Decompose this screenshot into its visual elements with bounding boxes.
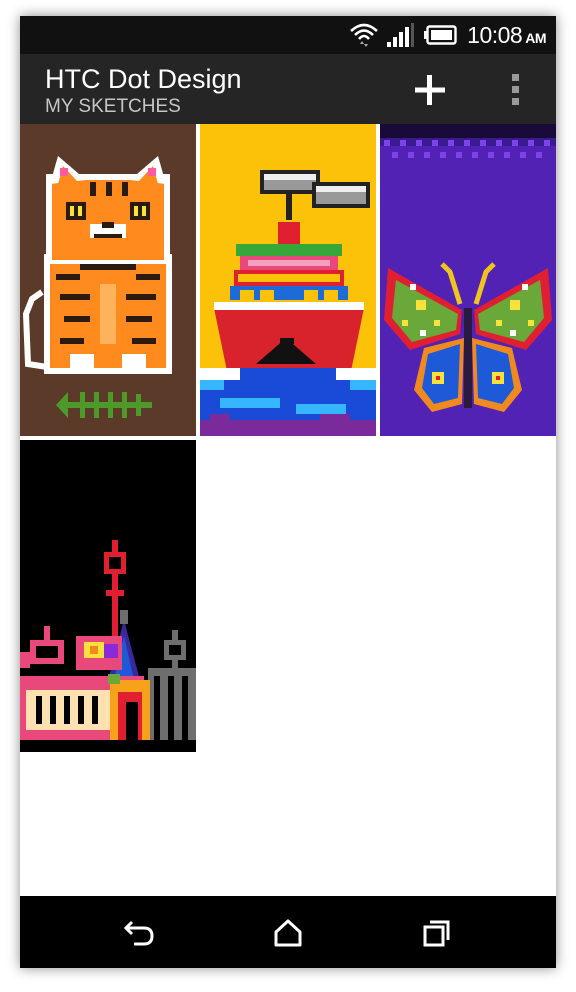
- clock-time: 10:08: [467, 21, 523, 48]
- app-subtitle: MY SKETCHES: [45, 96, 181, 117]
- clock: 10:08 AM: [467, 22, 546, 49]
- recent-apps-icon[interactable]: [416, 916, 456, 950]
- app-bar: HTC Dot Design MY SKETCHES: [20, 54, 556, 124]
- wifi-icon: [350, 23, 379, 47]
- cat-pixel-art: [22, 156, 172, 418]
- navigation-bar: [20, 896, 556, 968]
- app-title: HTC Dot Design: [45, 64, 242, 94]
- sketch-ship[interactable]: [200, 124, 376, 436]
- ship-pixel-art: [200, 170, 376, 436]
- overflow-menu-icon[interactable]: [500, 70, 530, 110]
- phone-screen: 10:08 AM HTC Dot Design MY SKETCHES: [20, 16, 556, 968]
- sketch-grid: [20, 124, 556, 896]
- signal-icon: [387, 23, 415, 47]
- back-icon[interactable]: [120, 916, 160, 950]
- status-bar: 10:08 AM: [20, 16, 556, 54]
- sketch-skyline[interactable]: [20, 440, 196, 752]
- add-icon[interactable]: [410, 70, 450, 110]
- home-icon[interactable]: [268, 916, 308, 950]
- butterfly-pixel-art: [380, 124, 556, 412]
- skyline-pixel-art: [20, 540, 196, 740]
- clock-ampm: AM: [525, 29, 546, 46]
- sketch-cat[interactable]: [20, 124, 196, 436]
- battery-icon: [424, 25, 457, 45]
- sketch-butterfly[interactable]: [380, 124, 556, 436]
